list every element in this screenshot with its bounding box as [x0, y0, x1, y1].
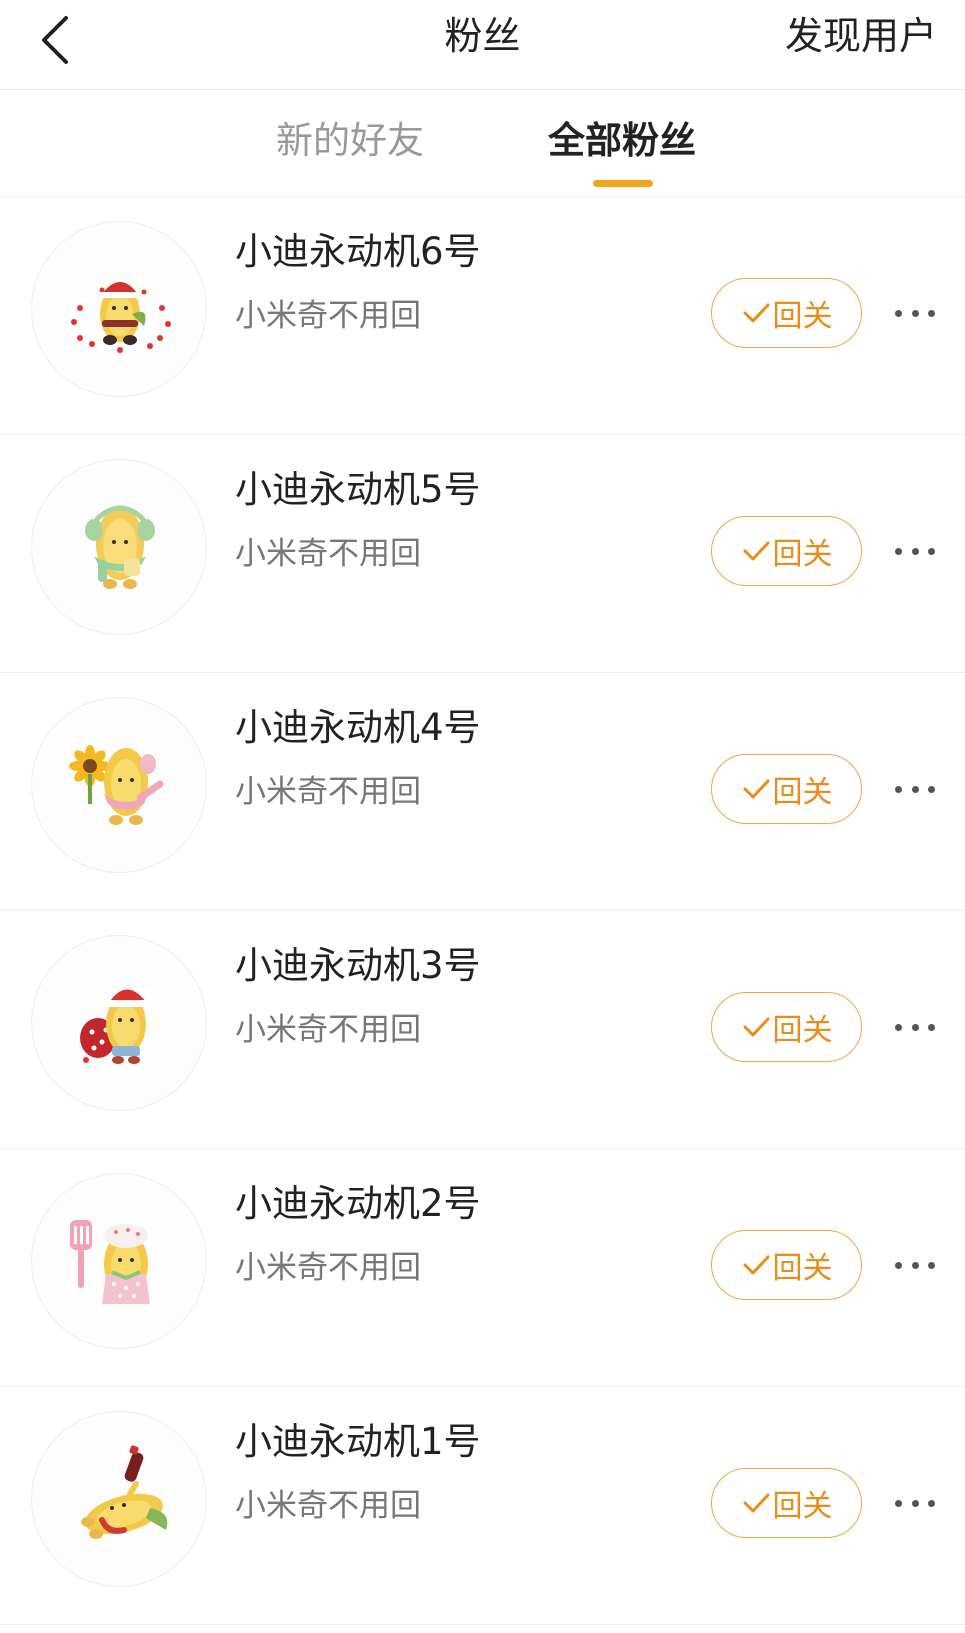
- fan-name[interactable]: 小迪永动机2号: [235, 1179, 481, 1229]
- more-dot: [895, 1261, 902, 1269]
- fan-row: 小迪永动机1号 小米奇不用回 回关: [0, 1387, 965, 1625]
- active-tab-indicator: [593, 180, 653, 187]
- follow-back-button[interactable]: 回关: [711, 1468, 862, 1538]
- follow-back-label: 回关: [772, 775, 833, 810]
- corn-lying-bottle-icon: [81, 1445, 168, 1539]
- follow-back-button[interactable]: 回关: [711, 754, 862, 824]
- check-icon: [743, 779, 769, 799]
- more-dot: [928, 785, 935, 793]
- check-icon: [743, 541, 769, 561]
- more-dot: [911, 1261, 919, 1269]
- fan-row: 小迪永动机4号 小米奇不用回 回关: [0, 673, 965, 911]
- check-icon: [743, 1017, 769, 1037]
- fans-list: 小迪永动机6号 小米奇不用回 回关 小迪永动机5号 小米奇不用回 回关 小迪永动…: [0, 197, 965, 1625]
- more-dot: [895, 1023, 902, 1031]
- corn-chef-spatula-icon: [70, 1220, 150, 1304]
- fan-name[interactable]: 小迪永动机5号: [235, 465, 481, 515]
- follow-back-button[interactable]: 回关: [711, 1230, 862, 1300]
- fan-subtitle: 小米奇不用回: [235, 774, 421, 810]
- corn-santa-bag-icon: [80, 986, 152, 1064]
- fans-page: 粉丝 发现用户 新的好友 全部粉丝 小迪永动机6号 小米奇不用回 回关 小迪永动…: [0, 0, 965, 1633]
- corn-santa-hearts-icon: [71, 274, 171, 353]
- fan-name[interactable]: 小迪永动机4号: [235, 703, 481, 753]
- follow-back-label: 回关: [772, 299, 833, 334]
- more-dot: [895, 309, 902, 317]
- follow-back-button[interactable]: 回关: [711, 516, 862, 586]
- more-options-button[interactable]: [895, 774, 935, 804]
- more-options-button[interactable]: [895, 1012, 935, 1042]
- more-dot: [895, 785, 902, 793]
- more-options-button[interactable]: [895, 536, 935, 566]
- corn-earmuffs-icon: [85, 505, 155, 589]
- follow-back-label: 回关: [772, 537, 833, 572]
- avatar[interactable]: [31, 221, 207, 397]
- corn-sunflower-icon: [69, 745, 164, 825]
- more-dot: [911, 1023, 919, 1031]
- follow-back-label: 回关: [772, 1013, 833, 1048]
- more-options-button[interactable]: [895, 1488, 935, 1518]
- avatar[interactable]: [31, 459, 207, 635]
- tab-new-friends[interactable]: 新的好友: [276, 116, 424, 166]
- tab-bar: 新的好友 全部粉丝: [0, 90, 965, 197]
- discover-users-button[interactable]: 发现用户: [785, 6, 937, 66]
- follow-back-label: 回关: [772, 1489, 833, 1524]
- check-icon: [743, 1493, 769, 1513]
- more-dot: [895, 1499, 902, 1507]
- more-dot: [928, 1261, 935, 1269]
- top-bar: 粉丝 发现用户: [0, 0, 965, 90]
- more-dot: [911, 309, 919, 317]
- fan-name[interactable]: 小迪永动机3号: [235, 941, 481, 991]
- fan-row: 小迪永动机5号 小米奇不用回 回关: [0, 435, 965, 673]
- check-icon: [743, 1255, 769, 1275]
- more-dot: [928, 1023, 935, 1031]
- more-dot: [895, 547, 902, 555]
- avatar[interactable]: [31, 697, 207, 873]
- fan-subtitle: 小米奇不用回: [235, 1012, 421, 1048]
- fan-row: 小迪永动机3号 小米奇不用回 回关: [0, 911, 965, 1149]
- fan-name[interactable]: 小迪永动机6号: [235, 227, 481, 277]
- avatar[interactable]: [31, 1173, 207, 1349]
- avatar[interactable]: [31, 935, 207, 1111]
- avatar[interactable]: [31, 1411, 207, 1587]
- fan-subtitle: 小米奇不用回: [235, 1250, 421, 1286]
- check-icon: [743, 303, 769, 323]
- more-options-button[interactable]: [895, 1250, 935, 1280]
- fan-row: 小迪永动机2号 小米奇不用回 回关: [0, 1149, 965, 1387]
- fan-subtitle: 小米奇不用回: [235, 298, 421, 334]
- more-dot: [928, 547, 935, 555]
- follow-back-button[interactable]: 回关: [711, 992, 862, 1062]
- fan-row: 小迪永动机6号 小米奇不用回 回关: [0, 197, 965, 435]
- more-options-button[interactable]: [895, 298, 935, 328]
- more-dot: [911, 1499, 919, 1507]
- tab-all-fans[interactable]: 全部粉丝: [548, 116, 696, 166]
- fan-name[interactable]: 小迪永动机1号: [235, 1417, 481, 1467]
- more-dot: [911, 785, 919, 793]
- fan-subtitle: 小米奇不用回: [235, 1488, 421, 1524]
- follow-back-button[interactable]: 回关: [711, 278, 862, 348]
- fan-subtitle: 小米奇不用回: [235, 536, 421, 572]
- more-dot: [911, 547, 919, 555]
- follow-back-label: 回关: [772, 1251, 833, 1286]
- more-dot: [928, 1499, 935, 1507]
- more-dot: [928, 309, 935, 317]
